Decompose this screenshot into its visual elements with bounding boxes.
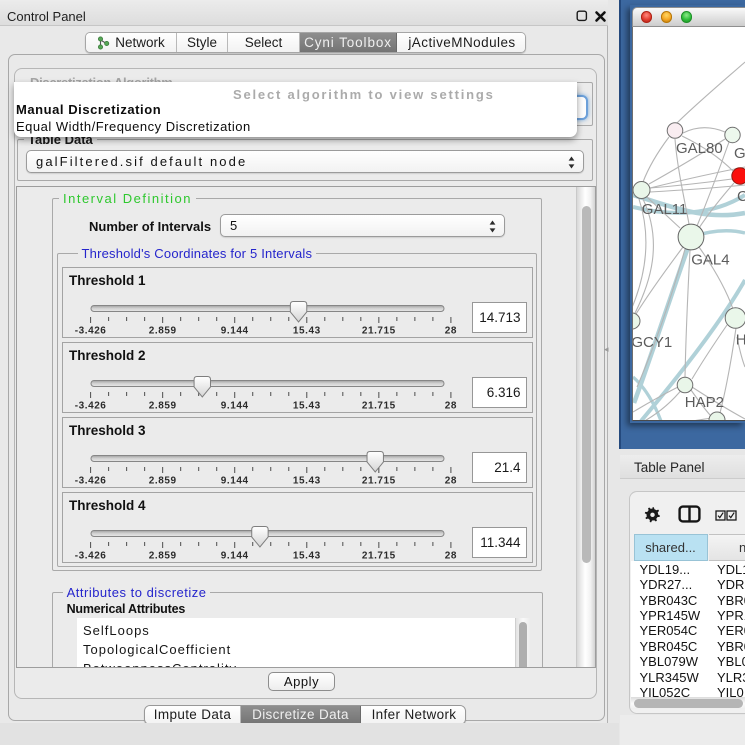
svg-text:21.715: 21.715: [362, 400, 396, 411]
svg-text:15.43: 15.43: [293, 550, 321, 561]
svg-text:15.43: 15.43: [293, 475, 321, 486]
svg-text:C: C: [737, 188, 745, 205]
svg-text:GCY1: GCY1: [633, 334, 672, 351]
svg-text:9.144: 9.144: [221, 475, 249, 486]
svg-text:9.144: 9.144: [221, 550, 249, 561]
svg-text:15.43: 15.43: [293, 400, 321, 411]
svg-text:HAP2: HAP2: [685, 394, 724, 411]
svg-text:-3.426: -3.426: [75, 475, 107, 486]
svg-text:-3.426: -3.426: [75, 400, 107, 411]
svg-text:28: 28: [445, 325, 457, 336]
svg-text:GAL11: GAL11: [642, 201, 688, 218]
svg-text:H: H: [736, 332, 745, 349]
svg-text:2.859: 2.859: [149, 400, 177, 411]
svg-text:28: 28: [445, 475, 457, 486]
svg-text:2.859: 2.859: [149, 325, 177, 336]
svg-text:9.144: 9.144: [221, 400, 249, 411]
svg-text:GAL80: GAL80: [676, 140, 723, 157]
svg-text:2.859: 2.859: [149, 475, 177, 486]
svg-text:9.144: 9.144: [221, 325, 249, 336]
svg-text:-3.426: -3.426: [75, 550, 107, 561]
svg-text:-3.426: -3.426: [75, 325, 107, 336]
svg-text:28: 28: [445, 400, 457, 411]
svg-text:15.43: 15.43: [293, 325, 321, 336]
svg-text:GAL4: GAL4: [691, 252, 729, 269]
svg-text:28: 28: [445, 550, 457, 561]
svg-text:21.715: 21.715: [362, 475, 396, 486]
svg-text:21.715: 21.715: [362, 325, 396, 336]
svg-text:2.859: 2.859: [149, 550, 177, 561]
svg-text:GA: GA: [734, 145, 745, 162]
svg-text:21.715: 21.715: [362, 550, 396, 561]
